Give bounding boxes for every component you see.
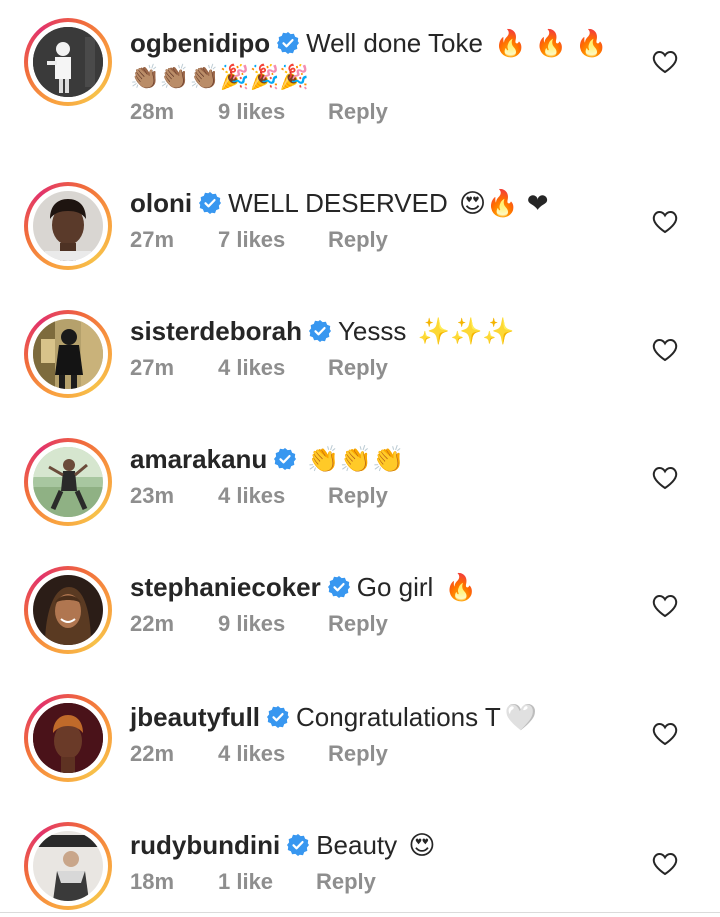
heart-outline-icon[interactable] [652,594,678,618]
comment-timestamp: 22m [130,611,175,636]
avatar-story-ring[interactable] [24,182,112,270]
comment-emojis: 🔥 [444,573,477,603]
avatar [33,27,103,97]
comment-text: WELL DESERVED [228,188,448,218]
heart-outline-icon[interactable] [652,466,678,490]
avatar-story-ring[interactable] [24,694,112,782]
comment-likes-count[interactable]: 9 likes [218,99,328,125]
comment-username[interactable]: ogbenidipo [130,28,270,58]
comment-username[interactable]: oloni [130,188,192,218]
comment-likes-count[interactable]: 4 likes [218,483,328,509]
comment-text: Beauty [316,830,398,860]
avatar [33,191,103,261]
avatar-story-ring[interactable] [24,822,112,910]
verified-badge-icon [327,576,350,598]
heart-outline-icon[interactable] [652,852,678,876]
comment-timestamp: 22m [130,741,175,766]
verified-badge-icon [199,192,222,214]
heart-outline-icon[interactable] [652,50,678,74]
avatar [33,575,103,645]
avatar-story-ring[interactable] [24,18,112,106]
reply-button[interactable]: Reply [316,869,376,895]
comment-emojis: 😍 [408,831,436,861]
reply-button[interactable]: Reply [328,483,388,509]
comment-username[interactable]: jbeautyfull [130,702,260,732]
comment-username[interactable]: sisterdeborah [130,316,302,346]
comment-likes-count[interactable]: 9 likes [218,611,328,637]
comment-timestamp: 23m [130,483,175,508]
reply-button[interactable]: Reply [328,611,388,637]
comment-emojis: 😍🔥 ❤ [458,189,549,219]
comment-likes-count[interactable]: 7 likes [218,227,328,253]
verified-badge-icon [308,320,331,342]
comment-timestamp: 28m [130,99,175,124]
verified-badge-icon [287,834,310,856]
comment-username[interactable]: amarakanu [130,444,267,474]
reply-button[interactable]: Reply [328,99,388,125]
comment-text: Yesss [337,316,407,346]
reply-button[interactable]: Reply [328,355,388,381]
verified-badge-icon [267,706,290,728]
verified-badge-icon [277,32,300,54]
comment-timestamp: 18m [130,869,175,894]
comment-emojis-line2: 👏🏽👏🏽👏🏽🎉🎉🎉 [130,63,310,91]
heart-outline-icon[interactable] [652,338,678,362]
reply-button[interactable]: Reply [328,741,388,767]
comment-likes-count[interactable]: 4 likes [218,355,328,381]
divider [0,912,720,913]
avatar [33,831,103,901]
verified-badge-icon [274,448,297,470]
comment-timestamp: 27m [130,355,175,380]
avatar-story-ring[interactable] [24,566,112,654]
avatar [33,447,103,517]
comment-text: Congratulations T [296,702,501,732]
comment-emojis: ✨✨✨ [417,317,515,347]
avatar-story-ring[interactable] [24,310,112,398]
comment-username[interactable]: rudybundini [130,830,280,860]
reply-button[interactable]: Reply [328,227,388,253]
avatar [33,319,103,389]
heart-outline-icon[interactable] [652,722,678,746]
comment-text: Go girl [356,572,434,602]
avatar-story-ring[interactable] [24,438,112,526]
comment-emojis: 🔥 🔥 🔥 [494,29,608,59]
heart-outline-icon[interactable] [652,210,678,234]
comment-timestamp: 27m [130,227,175,252]
comment-username[interactable]: stephaniecoker [130,572,321,602]
comment-emojis: 🤍 [504,703,538,733]
comment-likes-count[interactable]: 1 like [218,869,316,895]
comment-likes-count[interactable]: 4 likes [218,741,328,767]
comment-emojis: 👏👏👏 [307,445,405,475]
avatar [33,703,103,773]
comment-text: Well done Toke [306,28,483,58]
